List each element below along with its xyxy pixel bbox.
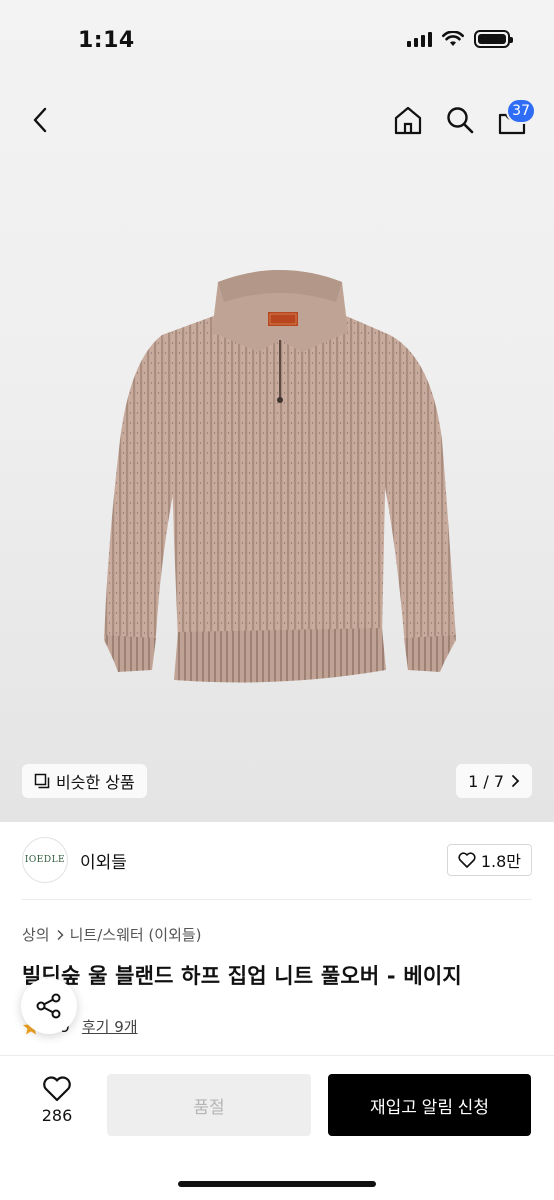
chevron-right-icon [512,775,520,787]
cart-button[interactable]: 37 [494,98,536,140]
brand-row: IOEDLE 이외들 1.8만 [22,837,532,883]
review-link[interactable]: 후기 9개 [82,1016,138,1037]
product-image[interactable] [70,240,490,710]
breadcrumb-subcategory[interactable]: 니트/스웨터 (이외들) [70,924,202,945]
similar-products-button[interactable]: 비슷한 상품 [22,764,147,798]
status-time: 1:14 [78,28,135,53]
page-indicator-label: 1 / 7 [468,771,504,791]
home-icon [394,106,422,135]
brand-like-button[interactable]: 1.8만 [446,844,532,876]
similar-icon [34,773,50,789]
wishlist-count: 286 [41,1106,73,1125]
bottom-action-bar: 286 품절 재입고 알림 신청 [0,1055,554,1200]
divider [22,899,532,900]
breadcrumb-category[interactable]: 상의 [22,924,50,945]
product-gallery[interactable]: 1:14 37 비슷한 상품 1 / 7 [0,0,554,822]
status-icons [407,30,513,48]
brand-name[interactable]: 이외들 [80,848,127,873]
gallery-page-indicator[interactable]: 1 / 7 [456,764,532,798]
cart-count-badge: 37 [506,98,536,124]
brand-logo[interactable]: IOEDLE [22,837,68,883]
similar-label: 비슷한 상품 [56,773,135,792]
back-button[interactable] [22,102,58,138]
breadcrumb: 상의 니트/스웨터 (이외들) [22,924,202,945]
search-icon [447,107,474,134]
battery-icon [474,30,513,48]
signal-icon [407,31,432,47]
soldout-button: 품절 [107,1074,311,1136]
nav-actions: 37 [390,98,536,140]
wifi-icon [442,31,464,46]
home-indicator [178,1181,376,1187]
heart-icon [458,852,476,868]
share-button[interactable] [21,978,77,1034]
search-button[interactable] [442,100,478,140]
product-detail-screen: 1:14 37 비슷한 상품 1 / 7 IOEDLE 이외들 1.8만 상의 … [0,0,554,1200]
wishlist-button[interactable]: 286 [30,1076,84,1125]
product-title: 빌딘숲 울 블랜드 하프 집업 니트 풀오버 - 베이지 [22,964,462,988]
restock-alert-button[interactable]: 재입고 알림 신청 [328,1074,531,1136]
share-icon [36,993,61,1019]
heart-icon [43,1076,71,1102]
home-button[interactable] [390,100,426,140]
back-icon [33,107,47,133]
brand-like-count: 1.8만 [480,852,521,871]
chevron-right-icon [57,929,64,940]
